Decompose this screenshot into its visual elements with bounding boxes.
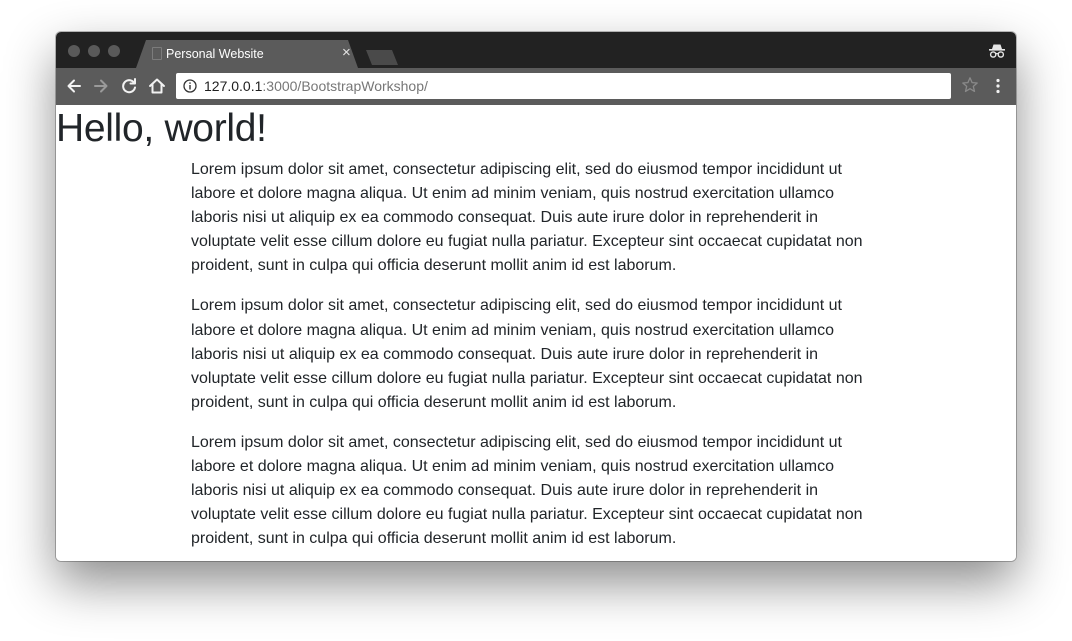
- new-tab-button[interactable]: [366, 50, 398, 65]
- page-icon: [152, 47, 162, 60]
- url-host: 127.0.0.1: [204, 78, 263, 94]
- address-bar[interactable]: 127.0.0.1:3000/BootstrapWorkshop/: [176, 73, 951, 99]
- reload-icon[interactable]: [119, 76, 139, 96]
- tab-strip: Personal Website ×: [56, 32, 1016, 68]
- home-icon[interactable]: [147, 76, 167, 96]
- close-window-button[interactable]: [68, 45, 80, 57]
- browser-window: Personal Website × 127.0.0.1:3000/Bootst…: [56, 32, 1016, 561]
- tab-title: Personal Website: [166, 47, 264, 61]
- minimize-window-button[interactable]: [88, 45, 100, 57]
- content-container: Lorem ipsum dolor sit amet, consectetur …: [191, 158, 881, 561]
- star-icon[interactable]: [961, 76, 979, 94]
- url-text[interactable]: 127.0.0.1:3000/BootstrapWorkshop/: [204, 78, 428, 94]
- lorem-paragraph: Lorem ipsum dolor sit amet, consectetur …: [191, 161, 863, 275]
- page-heading: Hello, world!: [56, 107, 267, 150]
- back-arrow-icon[interactable]: [64, 76, 84, 96]
- lorem-paragraph: Lorem ipsum dolor sit amet, consectetur …: [191, 433, 863, 548]
- tab-personal-website[interactable]: Personal Website ×: [136, 40, 358, 68]
- browser-toolbar: 127.0.0.1:3000/BootstrapWorkshop/: [56, 68, 1016, 105]
- lorem-paragraph: Lorem ipsum dolor sit amet, consectetur …: [191, 297, 863, 411]
- url-path: :3000/BootstrapWorkshop/: [262, 78, 428, 94]
- page-viewport[interactable]: Hello, world! Lorem ipsum dolor sit amet…: [56, 105, 1016, 561]
- forward-arrow-icon[interactable]: [91, 76, 111, 96]
- zoom-window-button[interactable]: [108, 45, 120, 57]
- info-icon[interactable]: [183, 79, 197, 93]
- kebab-menu-icon[interactable]: [990, 77, 1006, 95]
- tab-close-icon[interactable]: ×: [342, 45, 351, 60]
- incognito-icon: [989, 44, 1005, 58]
